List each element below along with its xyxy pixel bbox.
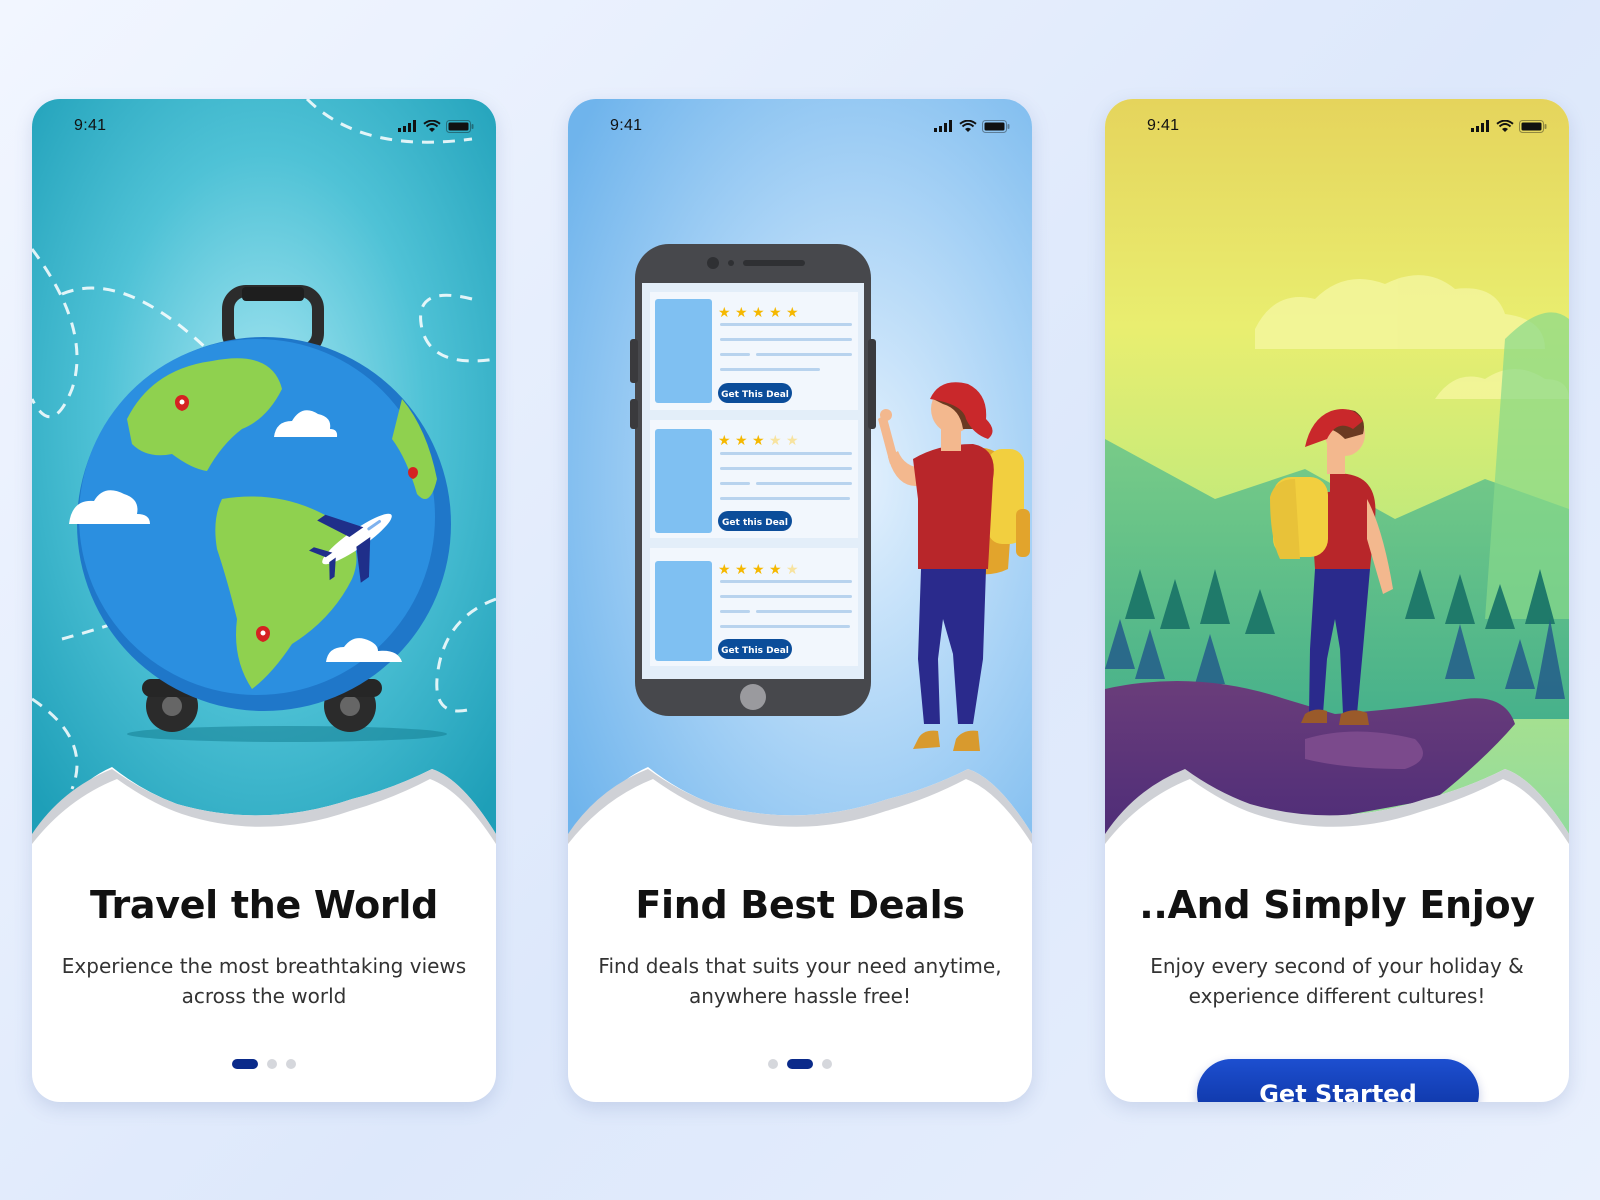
page-dot-active[interactable] [787,1059,813,1069]
wifi-icon [959,119,977,132]
page-title: Travel the World [90,883,438,927]
svg-text:★: ★ [735,433,748,449]
svg-text:★: ★ [786,562,799,578]
svg-text:★: ★ [752,305,765,321]
page-dot[interactable] [768,1059,778,1069]
page-title: ..And Simply Enjoy [1139,883,1535,927]
svg-text:★: ★ [735,562,748,578]
svg-text:★: ★ [769,562,782,578]
page-dot-active[interactable] [232,1059,258,1069]
deal-card[interactable]: ★ ★ ★ ★ ★ Get This Deal [650,292,858,410]
svg-text:★: ★ [718,433,731,449]
get-started-button[interactable]: Get Started [1197,1059,1479,1102]
hero-illustration-deals: ★ ★ ★ ★ ★ Get This Deal ★ ★ ★ ★ ★ Get th… [568,99,1032,859]
onboarding-screen-deals: ★ ★ ★ ★ ★ Get This Deal ★ ★ ★ ★ ★ Get th… [568,99,1032,1102]
svg-text:★: ★ [769,433,782,449]
hero-illustration-globe [32,99,496,859]
star-rating: ★ ★ ★ ★ ★ [718,562,799,578]
page-subtitle: Experience the most breathtaking views a… [61,954,467,1008]
wifi-icon [1496,119,1514,132]
battery-icon [1519,119,1547,133]
status-time: 9:41 [610,117,643,134]
deal-card[interactable]: ★ ★ ★ ★ ★ Get this Deal [650,420,858,538]
status-bar: 9:41 [32,99,496,153]
page-dot[interactable] [822,1059,832,1069]
status-time: 9:41 [1147,117,1180,134]
get-deal-button[interactable]: Get This Deal [721,646,789,656]
status-bar: 9:41 [1105,99,1569,153]
svg-text:★: ★ [718,305,731,321]
svg-text:★: ★ [769,305,782,321]
deal-card[interactable]: ★ ★ ★ ★ ★ Get This Deal [650,548,858,666]
page-dot[interactable] [286,1059,296,1069]
page-subtitle: Find deals that suits your need anytime,… [598,954,1002,1008]
signal-icon [1471,120,1489,132]
onboarding-screen-travel: 9:41 Travel the World Experience the mos… [32,99,496,1102]
wifi-icon [423,119,441,132]
onboarding-screen-enjoy: 9:41 ..And Simply Enjoy Enjoy every seco… [1105,99,1569,1102]
page-dot[interactable] [267,1059,277,1069]
svg-text:★: ★ [752,562,765,578]
battery-icon [982,119,1010,133]
page-title: Find Best Deals [635,883,965,927]
status-time: 9:41 [74,117,107,134]
svg-text:★: ★ [735,305,748,321]
hero-illustration-mountain [1105,99,1569,859]
get-deal-button[interactable]: Get this Deal [722,518,788,528]
signal-icon [934,120,952,132]
signal-icon [398,120,416,132]
svg-text:★: ★ [718,562,731,578]
svg-text:★: ★ [786,305,799,321]
star-rating: ★ ★ ★ ★ ★ [718,305,799,321]
page-subtitle: Enjoy every second of your holiday & exp… [1150,954,1524,1008]
page-indicator[interactable] [568,1059,1032,1069]
svg-text:★: ★ [786,433,799,449]
get-deal-button[interactable]: Get This Deal [721,390,789,400]
page-indicator[interactable] [32,1059,496,1069]
star-rating: ★ ★ ★ ★ ★ [718,433,799,449]
status-bar: 9:41 [568,99,1032,153]
battery-icon [446,119,474,133]
svg-text:★: ★ [752,433,765,449]
